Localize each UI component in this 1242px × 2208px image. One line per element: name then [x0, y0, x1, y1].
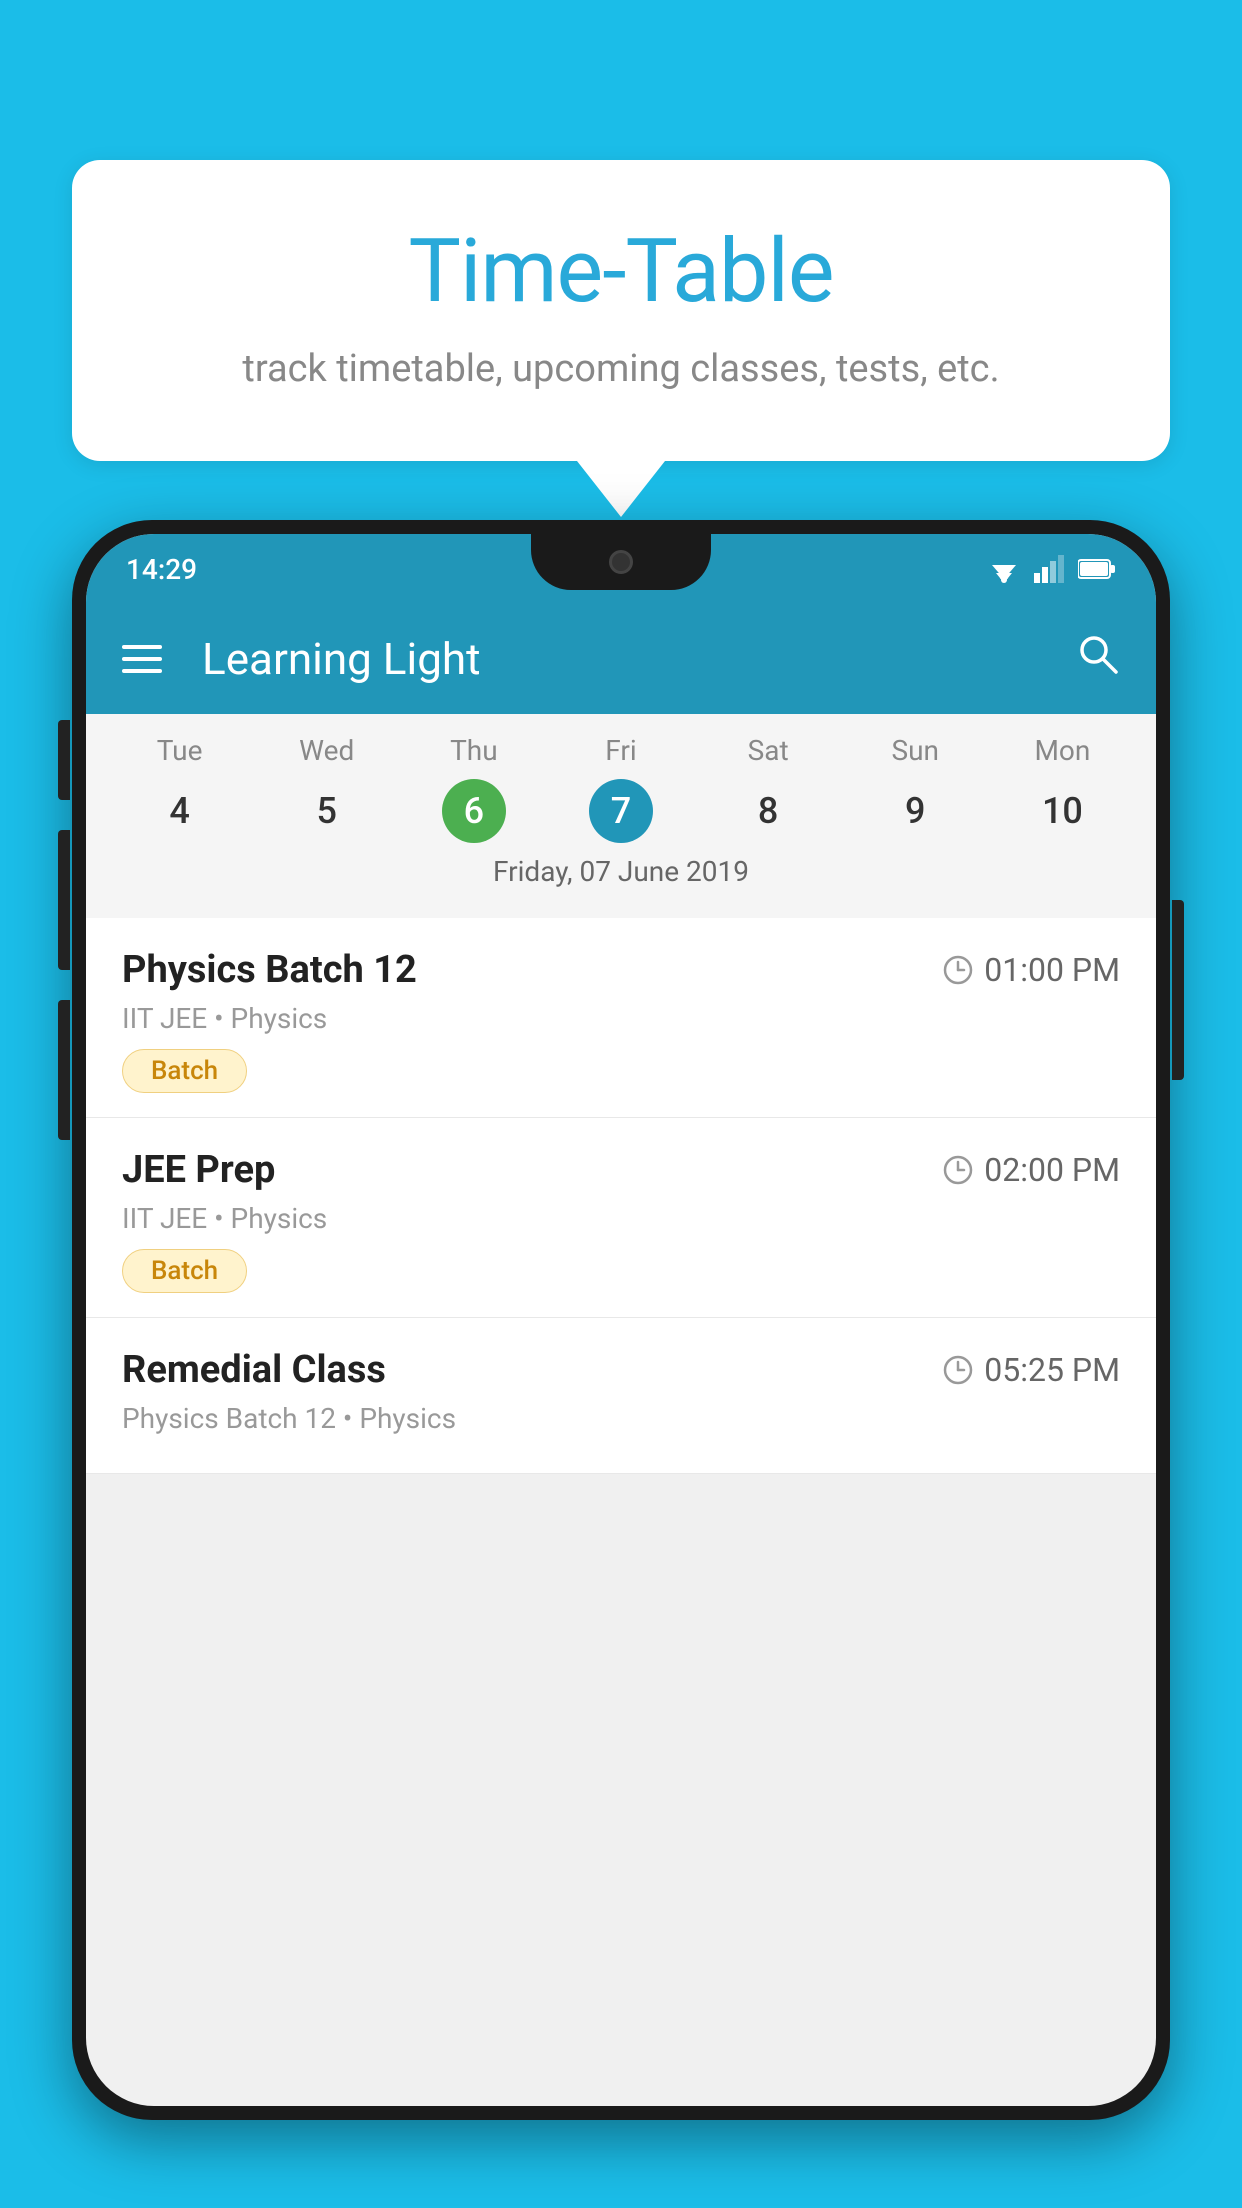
day-name: Fri	[605, 734, 636, 767]
day-number[interactable]: 6	[442, 779, 506, 843]
schedule-item-title: Physics Batch 12	[122, 948, 417, 992]
schedule-subtitle: IIT JEE • Physics	[122, 1002, 1120, 1035]
schedule-list: Physics Batch 12 01:00 PM IIT JEE • Physic…	[86, 918, 1156, 1474]
schedule-item[interactable]: Remedial Class 05:25 PM Physics Batch 12 •…	[86, 1318, 1156, 1474]
day-col-7[interactable]: Fri 7	[547, 734, 694, 843]
status-icons	[986, 555, 1116, 583]
side-button-volume-down2	[58, 1000, 70, 1140]
schedule-item[interactable]: JEE Prep 02:00 PM IIT JEE • Physics Batch	[86, 1118, 1156, 1318]
app-title: Learning Light	[202, 633, 1046, 685]
search-button[interactable]	[1076, 632, 1120, 687]
bubble-title: Time-Table	[152, 220, 1090, 323]
schedule-time-text: 05:25 PM	[984, 1351, 1120, 1389]
clock-icon	[942, 1154, 974, 1186]
day-number[interactable]: 9	[883, 779, 947, 843]
day-col-10[interactable]: Mon 10	[989, 734, 1136, 843]
calendar-strip: Tue 4 Wed 5 Thu 6 Fri 7 Sat 8 Sun 9 Mon 10 Friday, 07…	[86, 714, 1156, 918]
day-name: Sun	[892, 734, 940, 767]
app-bar: Learning Light	[86, 604, 1156, 714]
speech-bubble: Time-Table track timetable, upcoming cla…	[72, 160, 1170, 461]
day-col-9[interactable]: Sun 9	[842, 734, 989, 843]
day-name: Mon	[1034, 734, 1090, 767]
side-button-power	[1172, 900, 1184, 1080]
status-time: 14:29	[126, 553, 197, 586]
day-number[interactable]: 10	[1030, 779, 1094, 843]
phone-container: 14:29	[72, 520, 1170, 2208]
days-row: Tue 4 Wed 5 Thu 6 Fri 7 Sat 8 Sun 9 Mon 10	[86, 734, 1156, 843]
selected-date-label: Friday, 07 June 2019	[86, 843, 1156, 908]
batch-badge: Batch	[122, 1249, 247, 1293]
speech-bubble-container: Time-Table track timetable, upcoming cla…	[72, 160, 1170, 517]
schedule-time: 05:25 PM	[942, 1351, 1120, 1389]
day-number[interactable]: 4	[148, 779, 212, 843]
schedule-subtitle: Physics Batch 12 • Physics	[122, 1402, 1120, 1435]
schedule-item[interactable]: Physics Batch 12 01:00 PM IIT JEE • Physic…	[86, 918, 1156, 1118]
schedule-time: 01:00 PM	[942, 951, 1120, 989]
phone-screen: 14:29	[86, 534, 1156, 2106]
bubble-subtitle: track timetable, upcoming classes, tests…	[152, 347, 1090, 391]
phone-outer: 14:29	[72, 520, 1170, 2120]
notch	[531, 534, 711, 590]
front-camera	[609, 550, 633, 574]
clock-icon	[942, 954, 974, 986]
wifi-icon	[986, 555, 1022, 583]
schedule-time-text: 01:00 PM	[984, 951, 1120, 989]
batch-badge: Batch	[122, 1049, 247, 1093]
day-col-8[interactable]: Sat 8	[695, 734, 842, 843]
day-number[interactable]: 8	[736, 779, 800, 843]
day-name: Thu	[450, 734, 498, 767]
day-col-4[interactable]: Tue 4	[106, 734, 253, 843]
bubble-arrow	[577, 461, 665, 517]
signal-icon	[1034, 555, 1066, 583]
day-number[interactable]: 7	[589, 779, 653, 843]
day-name: Tue	[157, 734, 203, 767]
side-button-volume-down	[58, 830, 70, 970]
schedule-item-title: JEE Prep	[122, 1148, 275, 1192]
day-col-6[interactable]: Thu 6	[400, 734, 547, 843]
clock-icon	[942, 1354, 974, 1386]
day-name: Sat	[748, 734, 789, 767]
schedule-time: 02:00 PM	[942, 1151, 1120, 1189]
hamburger-icon[interactable]	[122, 645, 162, 673]
battery-icon	[1078, 557, 1116, 581]
schedule-item-title: Remedial Class	[122, 1348, 386, 1392]
day-number[interactable]: 5	[295, 779, 359, 843]
day-col-5[interactable]: Wed 5	[253, 734, 400, 843]
side-button-volume-up	[58, 720, 70, 800]
day-name: Wed	[299, 734, 354, 767]
schedule-subtitle: IIT JEE • Physics	[122, 1202, 1120, 1235]
schedule-time-text: 02:00 PM	[984, 1151, 1120, 1189]
